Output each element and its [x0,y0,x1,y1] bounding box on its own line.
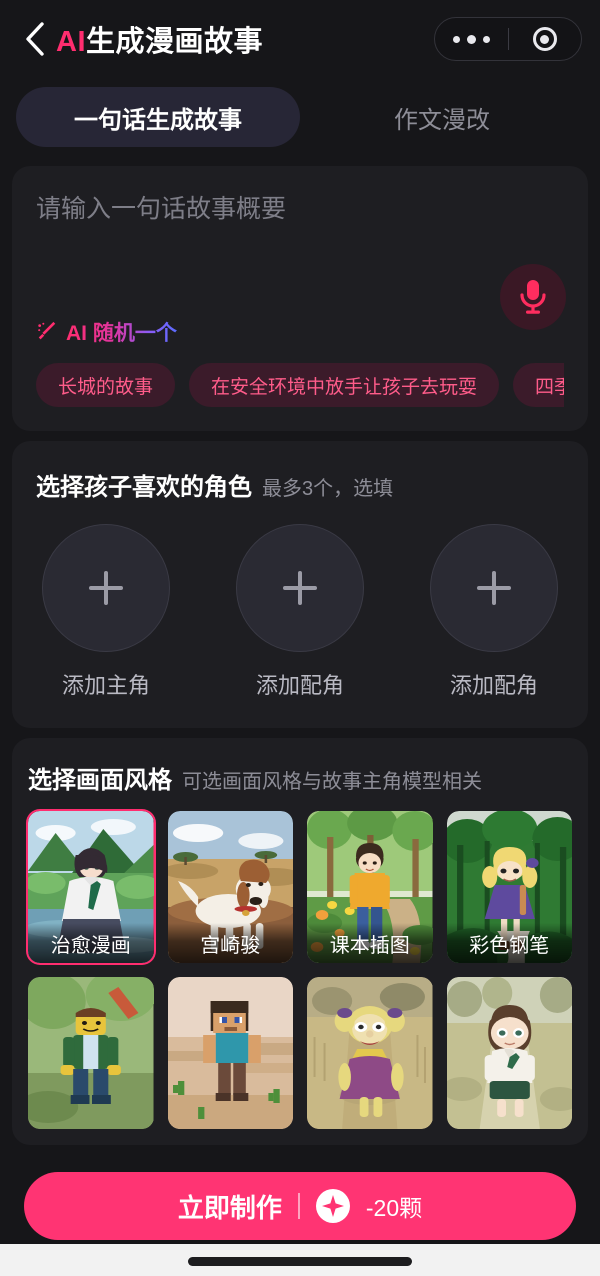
doll-girl-path-art [446,977,572,1129]
close-miniprogram-button[interactable] [509,27,582,51]
role-slot-label: 添加主角 [61,673,150,698]
microphone-icon [520,280,546,314]
plus-icon [283,571,317,605]
style-option-textbook-illustration[interactable]: 课本插图 [307,811,433,963]
home-indicator [188,1257,412,1266]
role-selection-card: 选择孩子喜欢的角色 最多3个，选填 添加主角 添加配角 添加配角 [12,441,588,728]
add-role-circle[interactable] [42,524,170,652]
style-option-doll[interactable] [446,977,572,1129]
role-slot-list: 添加主角 添加配角 添加配角 [36,524,564,700]
style-thumbnail-frame [446,977,572,1129]
style-option-label: 彩色钢笔 [446,923,572,963]
story-input-card: 请输入一句话故事概要 AI 随机一个 长城的故事 在安全环境中放手让孩子去玩耍 [12,166,588,431]
tab-essay-adaptation[interactable]: 作文漫改 [300,87,584,147]
add-role-circle[interactable] [236,524,364,652]
role-section-subtitle: 最多3个，选填 [262,478,394,500]
role-slot-label: 添加配角 [255,673,344,698]
style-option-color-pen[interactable]: 彩色钢笔 [446,811,572,963]
style-option-voxel[interactable] [167,977,293,1129]
ai-random-button[interactable]: AI 随机一个 [36,317,564,347]
ai-random-label: AI 随机一个 [66,317,177,347]
add-role-circle[interactable] [430,524,558,652]
style-option-label: 治愈漫画 [28,923,154,963]
style-option-clay[interactable] [307,977,433,1129]
clay-girl-field-art [307,977,433,1129]
suggestion-chip[interactable]: 四季的故事 [513,363,564,407]
sparkle-icon [315,1189,350,1223]
style-grid-row-1: 治愈漫画 宫崎骏 课本插图 彩色钢笔 [28,811,572,963]
style-thumbnail-frame: 宫崎骏 [167,811,293,963]
tab-one-sentence-story[interactable]: 一句话生成故事 [16,87,300,147]
style-thumbnail-frame: 彩色钢笔 [446,811,572,963]
more-dots-icon [452,34,490,44]
role-slot-main[interactable]: 添加主角 [42,524,170,700]
cta-divider [297,1193,300,1219]
suggestion-chip[interactable]: 长城的故事 [36,363,176,407]
header: AI生成漫画故事 [0,0,600,78]
suggestion-chip-list[interactable]: 长城的故事 在安全环境中放手让孩子去玩耍 四季的故事 告诉 [36,363,564,407]
plus-icon [89,571,123,605]
style-thumbnail-frame [28,977,154,1129]
style-thumbnail-frame [307,977,433,1129]
create-now-label: 立即制作 [177,1192,282,1223]
page-title: AI生成漫画故事 [56,18,263,60]
style-thumbnail-frame [167,977,293,1129]
voice-input-button[interactable] [500,264,566,330]
page-title-ai: AI [56,26,86,58]
home-indicator-area [0,1244,600,1276]
back-button[interactable] [18,17,52,61]
style-section-title: 选择画面风格 [28,767,172,794]
create-cost-label: -20颗 [365,1195,423,1221]
magic-wand-icon [38,321,56,340]
tab-bar: 一句话生成故事 作文漫改 [0,78,600,156]
miniprogram-capsule [434,17,582,61]
page-title-rest: 生成漫画故事 [86,26,264,58]
target-circle-icon [532,27,557,51]
style-option-label: 宫崎骏 [167,923,293,963]
app-screen: AI生成漫画故事 一句话生成故事 作文漫改 请输入一句话故事概要 AI 随机一个… [0,0,600,1276]
style-section-header: 选择画面风格 可选画面风格与故事主角模型相关 [28,760,572,795]
style-option-label: 课本插图 [307,923,433,963]
voxel-boy-desert-art [167,977,293,1129]
suggestion-chip[interactable]: 在安全环境中放手让孩子去玩耍 [189,363,500,407]
style-grid-row-2 [28,977,572,1129]
plus-icon [477,571,511,605]
role-section-title: 选择孩子喜欢的角色 [36,474,252,501]
role-slot-label: 添加配角 [449,673,538,698]
create-now-button[interactable]: 立即制作 -20颗 [24,1172,576,1240]
style-section-subtitle: 可选画面风格与故事主角模型相关 [182,771,482,793]
role-section-header: 选择孩子喜欢的角色 最多3个，选填 [36,467,564,502]
style-option-healing-manga[interactable]: 治愈漫画 [28,811,154,963]
style-selection-card: 选择画面风格 可选画面风格与故事主角模型相关 治愈漫画 宫崎骏 课本插图 彩色钢… [12,738,588,1145]
story-input-placeholder[interactable]: 请输入一句话故事概要 [36,192,564,227]
style-thumbnail-frame: 课本插图 [307,811,433,963]
role-slot-support-1[interactable]: 添加配角 [236,524,364,700]
style-option-lego[interactable] [28,977,154,1129]
more-button[interactable] [435,34,508,44]
style-thumbnail-frame: 治愈漫画 [28,811,154,963]
lego-boy-forest-art [28,977,154,1129]
chevron-left-icon [26,22,44,56]
role-slot-support-2[interactable]: 添加配角 [430,524,558,700]
style-option-ghibli[interactable]: 宫崎骏 [167,811,293,963]
bottom-action-bar: 立即制作 -20颗 [0,1172,600,1240]
